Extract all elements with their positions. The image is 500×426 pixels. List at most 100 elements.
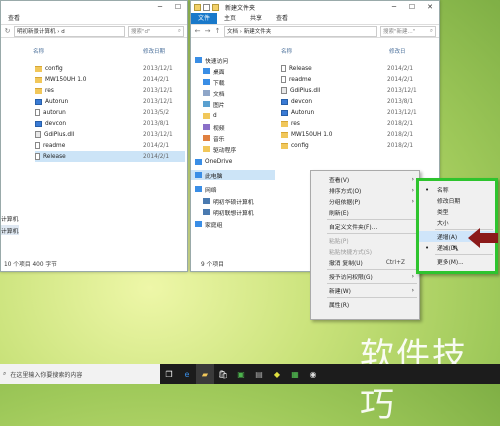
file-row[interactable]: devcon 2013/8/1 [35,118,169,129]
sidebar-item[interactable]: 快速访问 [195,55,228,65]
left-explorer-window: ─ ☐ 查看 ↻ 明初新景计算机 › d 搜索"d" ⌕ 名称 修改日期 conf… [0,0,188,272]
file-row[interactable]: res 2013/12/1 [35,85,173,96]
left-sidebar-item[interactable]: 计算机 [1,225,19,235]
refresh-icon[interactable]: ↻ [4,27,11,35]
file-icon [35,109,40,116]
sidebar-item[interactable]: 下载 [203,77,225,87]
sidebar-item[interactable]: 桌面 [203,66,225,76]
left-search-input[interactable]: 搜索"d" ⌕ [128,25,184,37]
file-explorer-icon[interactable]: ▰ [196,364,214,384]
sidebar-item[interactable]: 明初华硕计算机 [203,196,254,206]
menu-item[interactable]: 修改日期 [419,195,495,206]
menu-item[interactable]: 撤消 复制(U) Ctrl+Z [311,257,419,268]
file-name-cell: devcon [281,98,387,105]
file-row[interactable]: devcon 2013/8/1 [281,96,413,107]
file-row[interactable]: config 2018/2/1 [281,140,413,151]
up-arrow-icon[interactable]: ↑ [214,27,221,35]
ribbon-tab-view[interactable]: 查看 [1,13,27,24]
minimize-button[interactable]: ─ [151,1,169,13]
menu-item[interactable]: 类型 [419,206,495,217]
left-status-bar: 10 个项目 400 字节 [4,261,57,268]
close-button[interactable]: ✕ [421,1,439,13]
ribbon-tab-view[interactable]: 查看 [269,13,295,24]
sidebar-item-label: 明初联想计算机 [213,210,254,217]
right-search-input[interactable]: 搜索"新建..." ⌕ [380,25,436,37]
col-name[interactable]: 名称 [281,47,389,57]
file-row[interactable]: GdiPlus.dll 2013/12/1 [35,129,173,140]
back-arrow-icon[interactable]: ← [194,27,201,35]
sidebar-item[interactable]: OneDrive [195,157,232,167]
radio-bullet-icon: • [425,185,430,194]
file-name: config [291,142,309,149]
left-sidebar-item[interactable]: 计算机 [1,213,18,223]
col-date[interactable]: 修改日期 [143,47,165,57]
menu-item[interactable]: 更多(M)... [419,256,495,267]
file-row[interactable]: autorun 2013/5/2 [35,107,169,118]
sidebar-item[interactable]: d [203,111,217,121]
left-address-bar[interactable]: 明初新景计算机 › d [14,25,125,37]
menu-item[interactable]: 属性(R) [311,299,419,310]
file-row[interactable]: Autorun 2013/12/1 [35,96,173,107]
edge-browser-icon[interactable]: e [178,364,196,384]
file-row[interactable]: Release 2014/2/1 [35,151,185,162]
right-address-bar[interactable]: 文档 › 新建文件夹 [224,25,377,37]
menu-item[interactable]: 排序方式(O) › [311,185,419,196]
menu-item[interactable]: 大小 [419,217,495,228]
app-icon[interactable]: ◉ [304,364,322,384]
file-row[interactable]: MW150UH 1.0 2014/2/1 [35,74,169,85]
sidebar-item[interactable]: 视频 [203,122,225,132]
sidebar-item[interactable]: 此电脑 [191,170,275,180]
menu-item[interactable]: • 名称 [419,184,495,195]
radio-bullet-icon: • [425,243,430,252]
menu-item[interactable]: 刷新(E) [311,207,419,218]
menu-item[interactable]: 新建(W) › [311,285,419,296]
ribbon-tab-home[interactable]: 主页 [217,13,243,24]
file-icon [281,76,286,83]
search-icon: ⌕ [3,370,7,377]
sidebar-item[interactable]: 明初联想计算机 [203,207,254,217]
file-name: Release [289,65,312,72]
menu-item[interactable]: 分组依据(P) › [311,196,419,207]
col-name[interactable]: 名称 [33,47,143,57]
menu-item[interactable]: 查看(V) › [311,174,419,185]
app-icon[interactable]: ▤ [250,364,268,384]
app-icon[interactable]: ◆ [268,364,286,384]
sidebar-item[interactable]: 驱动程序 [203,144,236,154]
sidebar-item[interactable]: 网络 [195,184,217,194]
menu-item-label: 粘贴(P) [329,239,349,245]
file-row[interactable]: Release 2014/2/1 [281,63,413,74]
right-column-header: 名称 修改日 [281,47,437,57]
file-date: 2018/2/1 [387,142,414,149]
ribbon-tab-share[interactable]: 共享 [243,13,269,24]
ribbon-tab-file[interactable]: 文件 [191,13,218,24]
menu-item[interactable]: 自定义文件夹(F)... [311,221,419,232]
menu-item[interactable]: 授予访问权限(G) › [311,271,419,282]
minimize-button[interactable]: ─ [385,1,403,13]
sidebar-item[interactable]: 图片 [203,99,225,109]
sidebar-item[interactable]: 文档 [203,88,225,98]
file-row[interactable]: Autorun 2013/12/1 [281,107,417,118]
col-date[interactable]: 修改日 [389,47,406,57]
maximize-button[interactable]: ☐ [169,1,187,13]
sidebar-item-label: 家庭组 [205,222,223,229]
music-icon [203,135,210,141]
file-name: Autorun [45,98,69,105]
file-row[interactable]: GdiPlus.dll 2013/12/1 [281,85,417,96]
file-row[interactable]: res 2018/2/1 [281,118,413,129]
sidebar-item[interactable]: 家庭组 [195,219,222,229]
taskbar-search-box[interactable]: ⌕ 在这里输入你要搜索的内容 [0,364,160,384]
file-row[interactable]: MW150UH 1.0 2018/2/1 [281,129,413,140]
file-row[interactable]: readme 2014/2/1 [35,140,169,151]
maximize-button[interactable]: ☐ [403,1,421,13]
store-icon[interactable]: 🛍 [214,364,232,384]
checkbox-icon[interactable] [203,3,210,11]
file-row[interactable]: config 2013/12/1 [35,63,173,74]
app-icon[interactable]: ▦ [286,364,304,384]
forward-arrow-icon[interactable]: → [204,27,211,35]
sidebar-item[interactable]: 音乐 [203,133,225,143]
right-titlebar: 新建文件夹 ─ ☐ ✕ [191,1,439,13]
task-view-icon[interactable]: ❐ [160,364,178,384]
app-icon[interactable]: ▣ [232,364,250,384]
folder-icon [212,3,219,11]
file-row[interactable]: readme 2014/2/1 [281,74,413,85]
